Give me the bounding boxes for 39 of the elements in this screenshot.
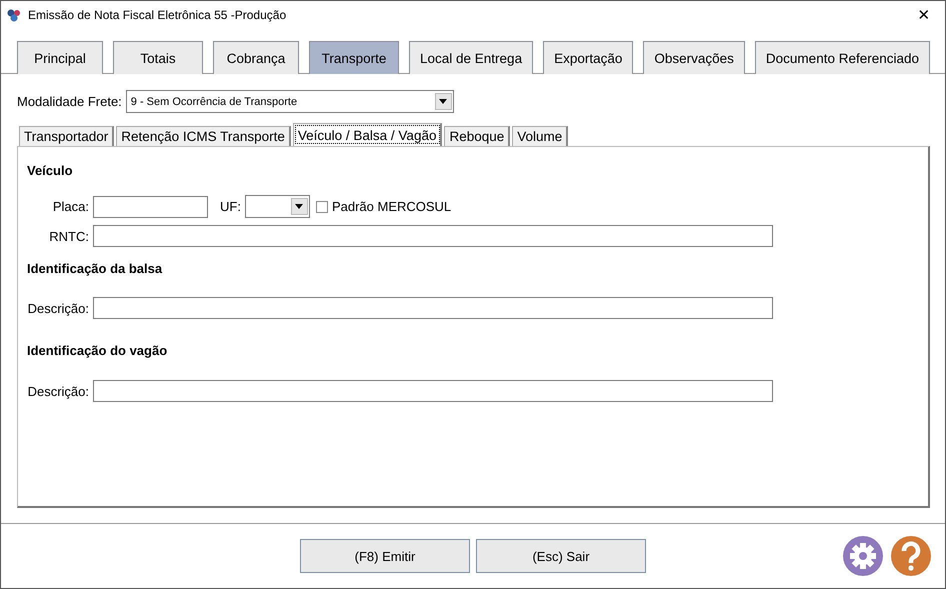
- sub-tab[interactable]: Reboque: [444, 126, 510, 146]
- tab[interactable]: Exportação: [543, 41, 634, 74]
- field-label: RNTC:: [48, 228, 89, 244]
- tab[interactable]: Principal: [17, 41, 103, 74]
- dropdown-arrow-icon: [295, 204, 304, 209]
- plate-field[interactable]: [93, 196, 208, 218]
- section-heading: Veículo: [27, 163, 74, 178]
- dropdown-arrow-icon: [439, 99, 448, 104]
- rntc-field[interactable]: [93, 225, 773, 247]
- close-button[interactable]: ✕: [909, 3, 939, 27]
- freight-select[interactable]: 9 - Sem Ocorrência de Transporte: [126, 90, 454, 113]
- action-button[interactable]: (F8) Emitir: [300, 539, 470, 573]
- tab[interactable]: Cobrança: [213, 41, 299, 74]
- sub-tab[interactable]: Volume: [512, 126, 568, 146]
- uf-select[interactable]: [244, 195, 310, 218]
- tab[interactable]: Transporte: [309, 41, 399, 74]
- description-field[interactable]: [93, 297, 773, 319]
- settings-icon[interactable]: [843, 536, 883, 576]
- field-label: Descrição:: [27, 300, 89, 316]
- freight-label: Modalidade Frete:: [17, 94, 122, 109]
- field-label: UF:: [220, 199, 241, 214]
- action-button[interactable]: (Esc) Sair: [476, 539, 646, 573]
- mercosul-checkbox[interactable]: [316, 200, 328, 212]
- tab[interactable]: Documento Referenciado: [754, 41, 930, 74]
- section-heading: Identificação do vagão: [27, 343, 168, 358]
- checkbox-label: Padrão MERCOSUL: [332, 199, 452, 214]
- tab[interactable]: Totais: [113, 41, 203, 74]
- tab[interactable]: Local de Entrega: [409, 41, 534, 74]
- sub-tab[interactable]: Transportador: [19, 126, 114, 146]
- section-heading: Identificação da balsa: [27, 261, 164, 276]
- sub-tab[interactable]: Retenção ICMS Transporte: [116, 126, 291, 146]
- app-logo-icon: [7, 8, 21, 22]
- field-label: Descrição:: [27, 384, 89, 398]
- description-field[interactable]: [93, 380, 773, 402]
- field-label: Placa:: [52, 199, 89, 214]
- tab[interactable]: Observações: [643, 41, 745, 74]
- help-icon[interactable]: [891, 536, 931, 576]
- window-title: Emissão de Nota Fiscal Eletrônica 55 -Produção: [28, 8, 288, 22]
- sub-tab[interactable]: Veículo / Balsa / Vagão: [292, 123, 442, 146]
